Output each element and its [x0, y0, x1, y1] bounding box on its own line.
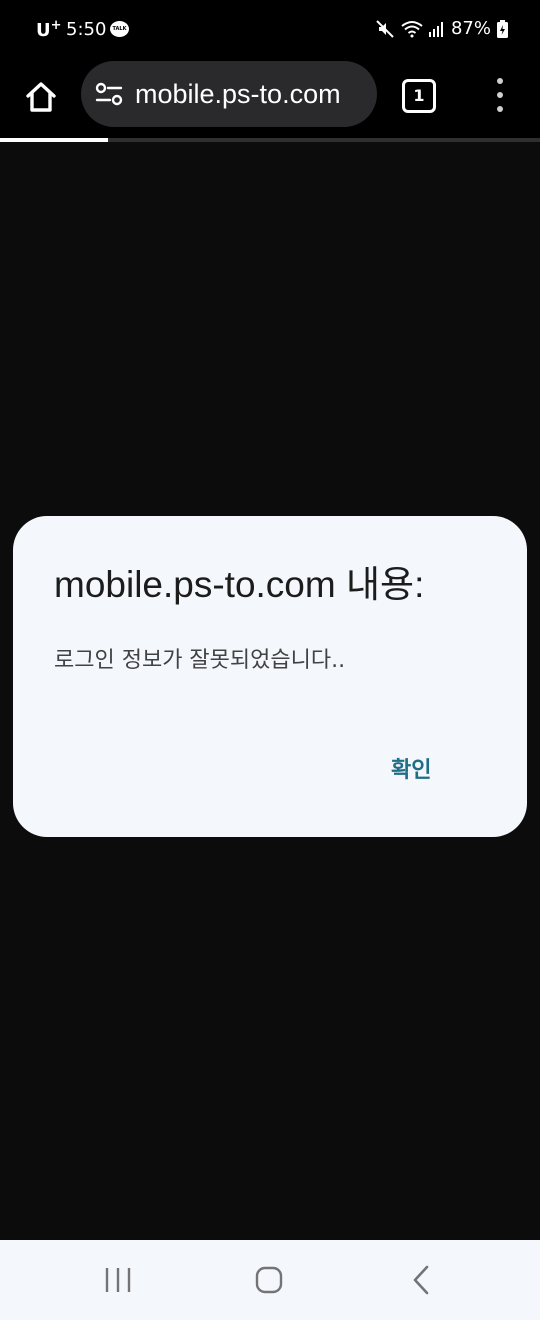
status-icons: 87% [375, 18, 508, 39]
address-bar[interactable]: mobile.ps-to.com [81, 61, 377, 127]
recent-apps-icon [105, 1268, 131, 1292]
carrier-label: U+ [36, 18, 62, 41]
home-nav-button[interactable] [254, 1266, 284, 1298]
menu-dot [497, 106, 503, 112]
page-load-progress-fill [0, 138, 108, 142]
alert-dialog: mobile.ps-to.com 내용: 로그인 정보가 잘못되었습니다.. 확… [13, 516, 527, 837]
browser-toolbar: mobile.ps-to.com 1 [0, 60, 540, 138]
menu-dot [497, 78, 503, 84]
battery-percent: 87% [450, 18, 491, 39]
signal-icon [428, 21, 445, 37]
tune-icon[interactable] [95, 80, 123, 108]
back-icon [413, 1265, 429, 1295]
status-bar: U+ 5:50 TALK 87% [0, 0, 540, 60]
mute-icon [375, 19, 395, 39]
back-button[interactable] [408, 1265, 434, 1299]
dialog-title: mobile.ps-to.com 내용: [54, 564, 425, 605]
menu-dot [497, 92, 503, 98]
home-button[interactable] [18, 74, 64, 120]
screen: U+ 5:50 TALK 87% mobile.ps-to.com 1 mobi… [0, 0, 540, 1320]
dialog-message: 로그인 정보가 잘못되었습니다.. [54, 648, 346, 673]
tab-switcher-button[interactable]: 1 [402, 79, 436, 113]
clock: 5:50 [66, 19, 107, 40]
page-load-progress [0, 138, 540, 142]
home-icon [26, 82, 56, 112]
battery-charging-icon [497, 19, 508, 38]
home-nav-icon [255, 1266, 283, 1294]
confirm-button[interactable]: 확인 [383, 748, 439, 788]
talk-icon: TALK [110, 21, 129, 37]
system-nav-bar [0, 1240, 540, 1320]
recent-apps-button[interactable] [103, 1266, 133, 1298]
wifi-icon [401, 20, 423, 38]
more-vert-icon[interactable] [488, 78, 512, 112]
url-text[interactable]: mobile.ps-to.com [135, 79, 341, 110]
